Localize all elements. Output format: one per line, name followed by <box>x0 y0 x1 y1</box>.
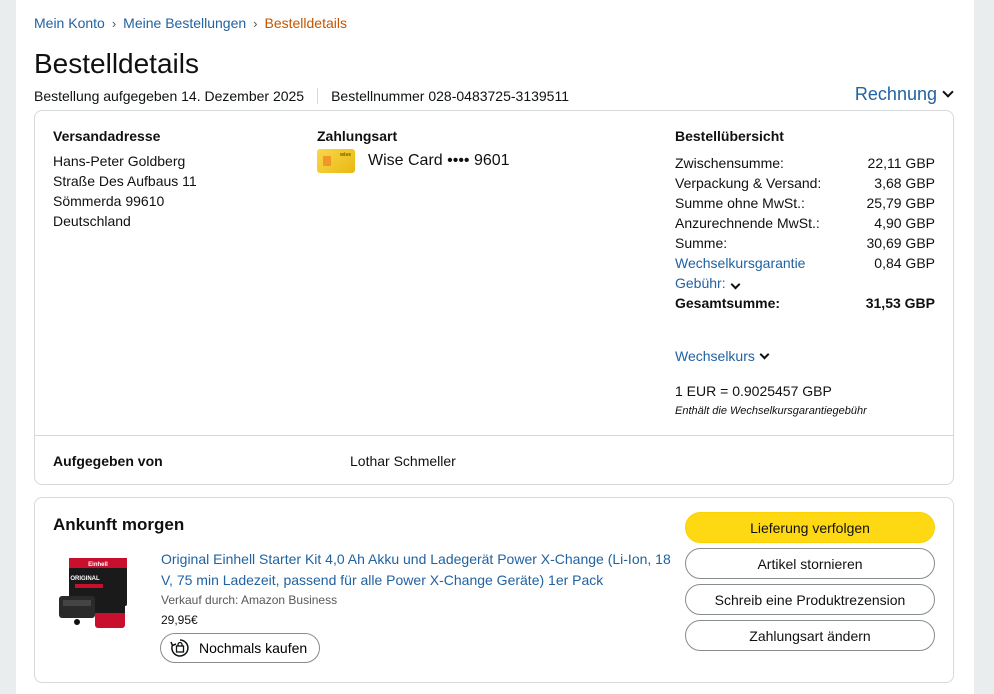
product-price: 29,95€ <box>161 613 198 627</box>
buy-again-label: Nochmals kaufen <box>199 640 308 656</box>
breadcrumb: Mein Konto › Meine Bestellungen › Bestel… <box>34 15 347 31</box>
summary-value: 25,79 GBP <box>866 195 936 211</box>
address-line: Deutschland <box>53 213 131 229</box>
summary-row: Verpackung & Versand: 3,68 GBP <box>675 173 935 193</box>
exchange-rate-note: Enthält die Wechselkursgarantiegebühr <box>675 405 867 417</box>
summary-value: 22,11 GBP <box>867 155 935 171</box>
address-line: Sömmerda 99610 <box>53 193 165 209</box>
breadcrumb-current: Bestelldetails <box>264 15 348 31</box>
summary-label: Zwischensumme: <box>675 155 784 171</box>
order-details-page: Mein Konto › Meine Bestellungen › Bestel… <box>16 0 974 694</box>
exchange-rate-label: Wechselkurs <box>675 348 755 364</box>
order-info-box: Versandadresse Hans-Peter Goldberg Straß… <box>34 110 954 485</box>
summary-row: Anzurechnende MwSt.: 4,90 GBP <box>675 213 935 233</box>
payment-card-label: Wise Card •••• 9601 <box>368 152 510 169</box>
thumb-brand: Einhell <box>88 562 108 568</box>
chevron-down-icon <box>942 86 954 98</box>
chevron-down-icon <box>759 349 770 359</box>
address-line: Hans-Peter Goldberg <box>53 153 186 169</box>
summary-row: Summe: 30,69 GBP <box>675 233 935 253</box>
total-label: Gesamtsumme: <box>675 295 781 311</box>
address-line: Straße Des Aufbaus 11 <box>53 173 197 189</box>
total-value: 31,53 GBP <box>865 295 935 311</box>
fx-fee-link[interactable]: Wechselkursgarantie Gebühr: <box>675 253 805 293</box>
placed-by-value: Lothar Schmeller <box>350 453 456 469</box>
breadcrumb-my-account[interactable]: Mein Konto <box>34 15 105 31</box>
shipment-box: Ankunft morgen Einhell ORIGINAL Original… <box>34 497 954 683</box>
exchange-rate-value: 1 EUR = 0.9025457 GBP <box>675 383 832 399</box>
order-summary: Zwischensumme: 22,11 GBP Verpackung & Ver… <box>675 153 935 313</box>
summary-label: Summe: <box>675 235 728 251</box>
order-number: Bestellnummer 028-0483725-3139511 <box>331 88 569 104</box>
chevron-down-icon <box>730 279 741 290</box>
summary-value: 30,69 GBP <box>866 235 936 251</box>
summary-label: Summe ohne MwSt.: <box>675 195 805 211</box>
fx-fee-label-2: Gebühr: <box>675 275 726 291</box>
cancel-item-button[interactable]: Artikel stornieren <box>685 548 935 579</box>
summary-row: Zwischensumme: 22,11 GBP <box>675 153 935 173</box>
change-payment-button[interactable]: Zahlungsart ändern <box>685 620 935 651</box>
breadcrumb-separator: › <box>111 15 117 31</box>
seller-info: Verkauf durch: Amazon Business <box>161 593 338 607</box>
card-brand: wise <box>340 152 351 158</box>
breadcrumb-my-orders[interactable]: Meine Bestellungen <box>123 15 246 31</box>
summary-value: 3,68 GBP <box>874 175 935 191</box>
placed-by-label: Aufgegeben von <box>53 453 163 469</box>
buy-again-icon <box>170 639 189 657</box>
summary-total-row: Gesamtsumme: 31,53 GBP <box>675 293 935 313</box>
card-chip-icon <box>323 156 331 166</box>
page-title: Bestelldetails <box>34 48 199 79</box>
order-date: Bestellung aufgegeben 14. Dezember 2025 <box>34 88 305 104</box>
invoice-label: Rechnung <box>854 84 937 104</box>
shipping-address: Hans-Peter Goldberg Straße Des Aufbaus 1… <box>53 151 197 231</box>
section-divider <box>35 435 953 436</box>
payment-method: wise Wise Card •••• 9601 <box>317 149 510 173</box>
thumb-text: ORIGINAL <box>70 576 100 582</box>
product-thumbnail[interactable]: Einhell ORIGINAL <box>55 556 135 636</box>
summary-value: 4,90 GBP <box>874 215 935 231</box>
arrival-status: Ankunft morgen <box>53 515 185 534</box>
fx-fee-label-1: Wechselkursgarantie <box>675 255 806 271</box>
product-title-link[interactable]: Original Einhell Starter Kit 4,0 Ah Akku… <box>161 549 671 591</box>
breadcrumb-separator: › <box>253 15 258 31</box>
exchange-rate-toggle[interactable]: Wechselkurs <box>675 348 770 364</box>
summary-label: Verpackung & Versand: <box>675 175 822 191</box>
summary-heading: Bestellübersicht <box>675 128 784 144</box>
shipping-heading: Versandadresse <box>53 128 161 144</box>
fx-fee-value: 0,84 GBP <box>874 255 935 271</box>
summary-row: Summe ohne MwSt.: 25,79 GBP <box>675 193 935 213</box>
track-package-button[interactable]: Lieferung verfolgen <box>685 512 935 543</box>
payment-heading: Zahlungsart <box>317 128 398 144</box>
write-review-button[interactable]: Schreib eine Produktrezension <box>685 584 935 615</box>
buy-again-button[interactable]: Nochmals kaufen <box>160 633 321 663</box>
credit-card-icon: wise <box>317 149 355 173</box>
fx-fee-row: Wechselkursgarantie Gebühr: 0,84 GBP <box>675 253 935 293</box>
invoice-dropdown[interactable]: Rechnung <box>854 84 954 105</box>
meta-divider <box>317 88 319 104</box>
order-meta: Bestellung aufgegeben 14. Dezember 2025 … <box>34 88 569 104</box>
summary-label: Anzurechnende MwSt.: <box>675 215 820 231</box>
